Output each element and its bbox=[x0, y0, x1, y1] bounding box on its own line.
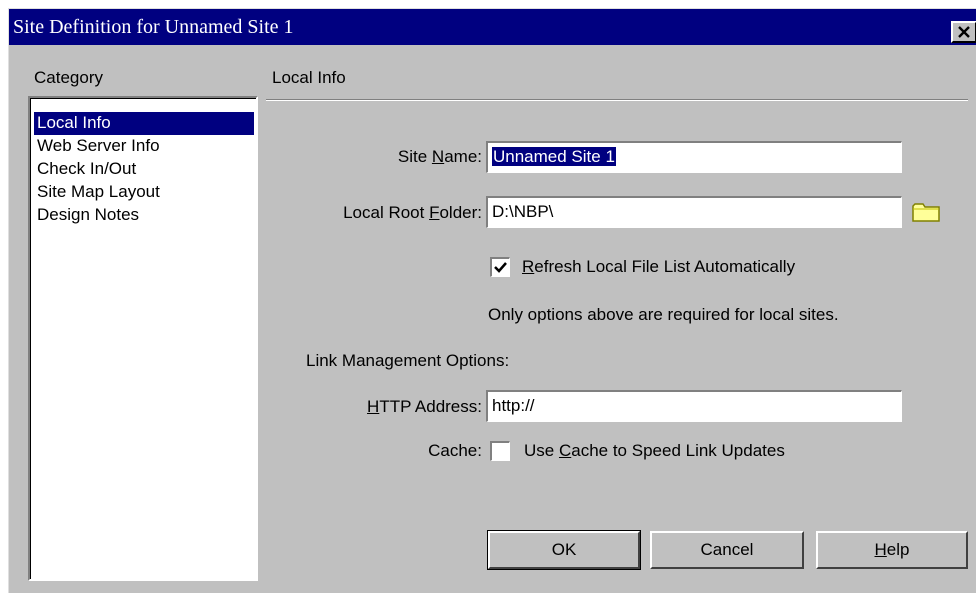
http-address-input[interactable]: http:// bbox=[486, 390, 902, 422]
ok-button[interactable]: OK bbox=[487, 530, 641, 570]
http-address-value: http:// bbox=[492, 396, 535, 415]
folder-icon bbox=[912, 203, 940, 222]
link-management-heading: Link Management Options: bbox=[306, 351, 510, 370]
cache-option-label[interactable]: Use Cache to Speed Link Updates bbox=[524, 441, 785, 461]
category-item-design-notes[interactable]: Design Notes bbox=[34, 204, 254, 227]
close-icon bbox=[958, 25, 970, 38]
window-title: Site Definition for Unnamed Site 1 bbox=[13, 16, 294, 38]
title-bar[interactable]: Site Definition for Unnamed Site 1 bbox=[9, 9, 976, 45]
close-button[interactable] bbox=[951, 21, 976, 43]
required-note: Only options above are required for loca… bbox=[488, 305, 839, 324]
category-item-site-map-layout[interactable]: Site Map Layout bbox=[34, 181, 254, 204]
category-list[interactable]: Local Info Web Server Info Check In/Out … bbox=[28, 96, 258, 581]
site-name-value: Unnamed Site 1 bbox=[492, 147, 616, 166]
category-heading: Category bbox=[34, 68, 103, 87]
local-root-folder-value: D:\NBP\ bbox=[492, 202, 554, 221]
panel-divider bbox=[266, 99, 968, 101]
refresh-checkbox[interactable] bbox=[490, 257, 510, 277]
cache-label: Cache: bbox=[428, 441, 482, 460]
refresh-label[interactable]: Refresh Local File List Automatically bbox=[522, 257, 795, 277]
local-root-folder-input[interactable]: D:\NBP\ bbox=[486, 196, 902, 228]
http-address-label: HTTP Address: bbox=[367, 397, 482, 416]
checkmark-icon bbox=[494, 262, 507, 273]
cancel-button[interactable]: Cancel bbox=[650, 531, 804, 569]
category-item-web-server-info[interactable]: Web Server Info bbox=[34, 135, 254, 158]
browse-folder-button[interactable] bbox=[912, 201, 942, 228]
category-item-local-info[interactable]: Local Info bbox=[34, 112, 254, 135]
category-item-check-in-out[interactable]: Check In/Out bbox=[34, 158, 254, 181]
panel-title: Local Info bbox=[272, 68, 346, 87]
site-name-label: Site Name: bbox=[397, 147, 482, 166]
help-button[interactable]: Help bbox=[816, 531, 968, 569]
local-root-folder-label: Local Root Folder: bbox=[343, 203, 482, 222]
cache-checkbox[interactable] bbox=[490, 441, 510, 461]
site-name-input[interactable]: Unnamed Site 1 bbox=[486, 141, 902, 173]
